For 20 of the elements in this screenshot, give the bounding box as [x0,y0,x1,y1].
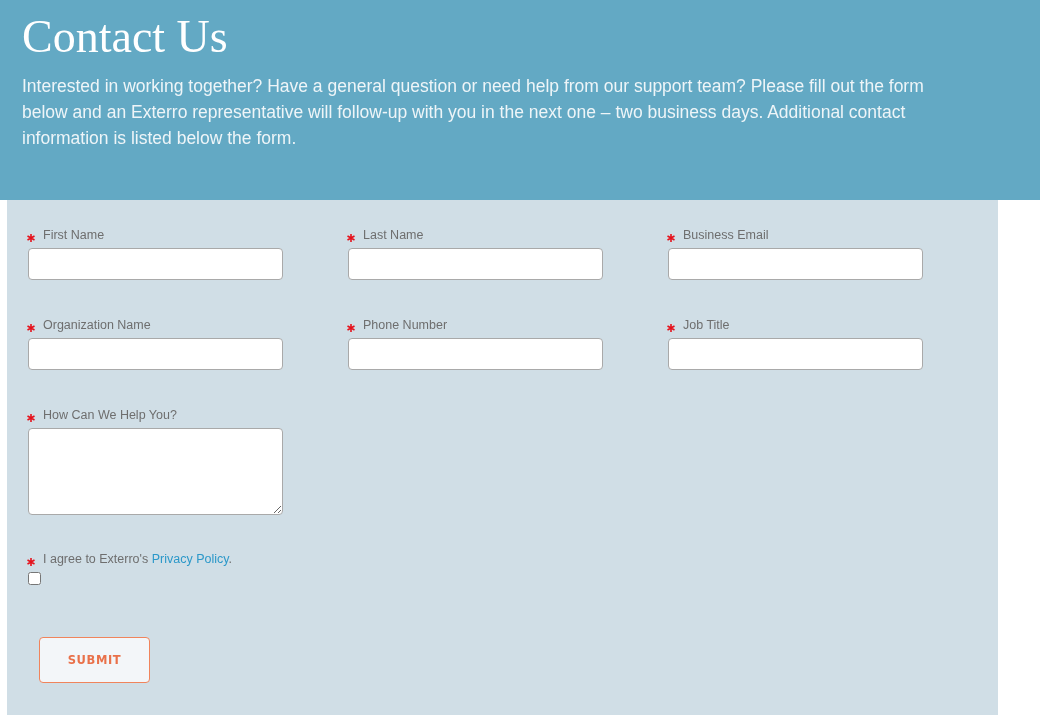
privacy-policy-link[interactable]: Privacy Policy [151,552,229,566]
field-label: Last Name [363,228,424,243]
field-label: Phone Number [363,318,448,333]
field-label: Job Title [683,318,730,333]
field-label: First Name [43,228,105,243]
page-title: Contact Us [22,11,229,63]
input-field[interactable] [348,248,603,280]
field-label: Organization Name [43,318,151,333]
consent-checkbox[interactable] [28,572,41,585]
input-field[interactable] [28,248,283,280]
input-field[interactable] [668,338,923,370]
input-field[interactable] [348,338,603,370]
consent-text: I agree to Exterro's Privacy Policy. [43,552,233,567]
message-field[interactable] [28,428,283,515]
submit-button[interactable]: SUBMIT [39,637,150,683]
field-label: How Can We Help You? [43,408,177,423]
input-field[interactable] [668,248,923,280]
intro-text: Interested in working together? Have a general question or need help from our support team? Please fill out the form below and an Exterro representative will follow-up with you in the next one – two business days. Additional contact information is listed below the form. [22,75,925,150]
input-field[interactable] [28,338,283,370]
field-label: Business Email [683,228,769,243]
